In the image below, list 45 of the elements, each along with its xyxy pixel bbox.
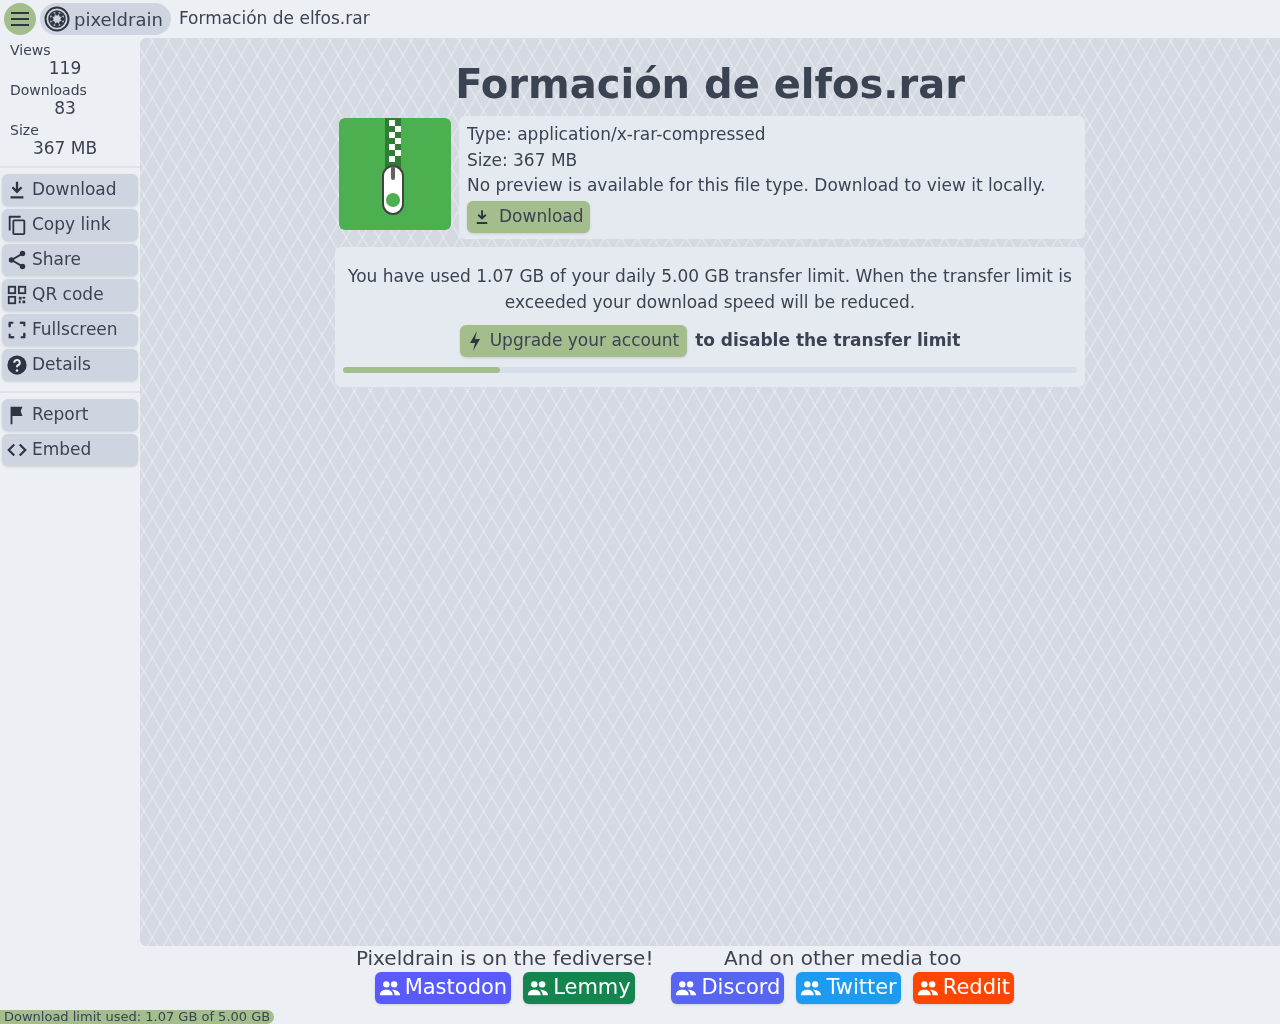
lightning-icon (467, 329, 482, 352)
sidebar-button[interactable]: Embed (2, 434, 138, 466)
zip-file-icon (339, 118, 451, 230)
file-type: Type: application/x-rar-compressed (467, 123, 766, 146)
sidebar-button[interactable]: Download (2, 174, 138, 206)
file-size: Size: 367 MB (467, 148, 578, 172)
share-icon (6, 249, 28, 271)
social-heading: And on other media too (724, 946, 962, 970)
download-limit-text: Download limit used: 1.07 GB of 5.00 GB (4, 1010, 271, 1024)
social-link[interactable]: Discord (671, 972, 785, 1004)
stat-value: 119 (47, 58, 83, 78)
people-icon (675, 979, 698, 997)
upgrade-button[interactable]: Upgrade your account (459, 324, 688, 357)
copy-icon (6, 214, 28, 236)
logo-icon (44, 6, 70, 32)
social-heading: Pixeldrain is on the fediverse! (355, 946, 654, 970)
home-button[interactable]: pixeldrain (40, 3, 171, 35)
file-name: Formación de elfos.rar (178, 7, 370, 31)
fullscreen-icon (6, 319, 28, 341)
transfer-limit-message: You have used 1.07 GB of your daily 5.00 GB transfer limit. When the transfer limit is exceeded your download speed will be reduced. (347, 264, 1073, 314)
sidebar-button[interactable]: Fullscreen (2, 314, 138, 346)
people-icon (916, 979, 939, 997)
stat-label: Downloads (10, 82, 88, 98)
social-link[interactable]: Lemmy (523, 972, 635, 1004)
people-icon (378, 979, 401, 997)
file-title: Formación de elfos.rar (455, 60, 965, 109)
sidebar-button[interactable]: Share (2, 244, 138, 276)
people-icon (800, 979, 823, 997)
social-link[interactable]: Mastodon (374, 972, 512, 1004)
sidebar-button[interactable]: Copy link (2, 209, 138, 241)
help-icon (6, 354, 28, 376)
menu-icon (10, 11, 30, 27)
download-button[interactable]: Download (467, 200, 590, 233)
sidebar-button[interactable]: QR code (2, 279, 138, 311)
sidebar-button[interactable]: Report (2, 399, 138, 431)
stat-label: Size (10, 122, 40, 138)
stat-value: 83 (53, 98, 77, 118)
people-icon (527, 979, 550, 997)
upgrade-note: to disable the transfer limit (695, 328, 961, 352)
stat-label: Views (10, 42, 52, 58)
sidebar-button[interactable]: Details (2, 349, 138, 381)
preview-note: No preview is available for this file type. Download to view it locally. (467, 174, 1046, 197)
qr-code-icon (6, 284, 28, 306)
stat-value: 367 MB (31, 138, 99, 158)
menu-button[interactable] (4, 3, 36, 35)
